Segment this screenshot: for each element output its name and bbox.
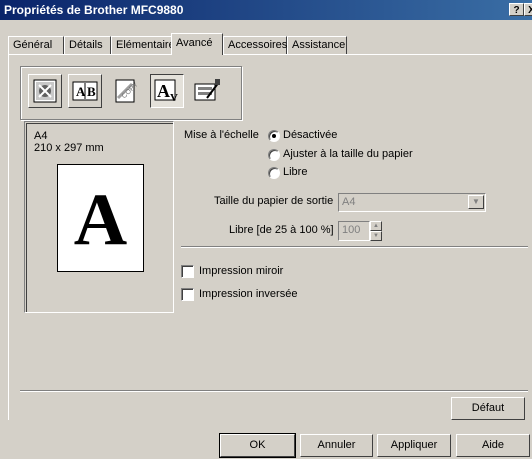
tab-general[interactable]: Général bbox=[8, 36, 64, 54]
printer-properties-dialog: Propriétés de Brother MFC9880 ? X Généra… bbox=[0, 0, 532, 459]
window-title: Propriétés de Brother MFC9880 bbox=[4, 3, 184, 17]
watermark-icon[interactable] bbox=[28, 74, 62, 108]
tab-advanced[interactable]: Avancé bbox=[171, 33, 223, 55]
free-percent-value: 100 bbox=[342, 224, 361, 236]
chevron-down-icon[interactable]: ▼ bbox=[468, 195, 484, 209]
cancel-button[interactable]: Annuler bbox=[300, 434, 373, 457]
radio-scaling-off[interactable] bbox=[268, 130, 280, 142]
preview-dimensions: 210 x 297 mm bbox=[34, 142, 104, 154]
tab-basic[interactable]: Elémentaire bbox=[111, 36, 175, 54]
tab-accessories[interactable]: Accessoires bbox=[223, 36, 287, 54]
tab-details[interactable]: Détails bbox=[64, 36, 111, 54]
reverse-print-label[interactable]: Impression inversée bbox=[199, 288, 297, 300]
free-percent-spinner[interactable]: ▲ ▼ bbox=[370, 221, 382, 241]
spin-down-icon[interactable]: ▼ bbox=[370, 231, 382, 241]
title-bar: Propriétés de Brother MFC9880 ? X bbox=[0, 0, 532, 20]
apply-button[interactable]: Appliquer bbox=[377, 434, 451, 457]
free-percent-label: Libre [de 25 à 100 %] bbox=[229, 224, 334, 236]
help-title-button[interactable]: ? bbox=[509, 3, 524, 16]
help-button[interactable]: Aide bbox=[456, 434, 530, 457]
default-button[interactable]: Défaut bbox=[451, 397, 525, 420]
scaling-label: Mise à l'échelle bbox=[184, 129, 259, 141]
svg-text:V: V bbox=[170, 92, 178, 103]
copy-icon[interactable]: COPY bbox=[108, 74, 142, 108]
preview-letter: A bbox=[73, 179, 128, 261]
svg-text:A: A bbox=[157, 81, 170, 101]
reverse-print-checkbox[interactable] bbox=[181, 288, 194, 301]
output-paper-value: A4 bbox=[342, 196, 356, 208]
mirror-print-checkbox[interactable] bbox=[181, 265, 194, 278]
settings-icon[interactable] bbox=[190, 74, 224, 108]
radio-scaling-off-label[interactable]: Désactivée bbox=[283, 129, 337, 141]
radio-fit-to-paper-label[interactable]: Ajuster à la taille du papier bbox=[283, 148, 413, 160]
preview-paper-size: A4 bbox=[34, 130, 48, 142]
radio-free[interactable] bbox=[268, 167, 280, 179]
radio-fit-to-paper[interactable] bbox=[268, 149, 280, 161]
close-title-button[interactable]: X bbox=[524, 3, 532, 16]
svg-text:B: B bbox=[87, 84, 96, 99]
divider bbox=[181, 246, 528, 248]
spin-up-icon[interactable]: ▲ bbox=[370, 221, 382, 231]
radio-free-label[interactable]: Libre bbox=[283, 166, 307, 178]
ok-button[interactable]: OK bbox=[219, 433, 296, 458]
scaling-a-icon[interactable]: AV bbox=[150, 74, 184, 108]
output-paper-select[interactable]: A4 ▼ bbox=[338, 193, 486, 212]
preview-paper: A bbox=[57, 164, 144, 272]
ab-duplex-icon[interactable]: AB bbox=[68, 74, 102, 108]
free-percent-input[interactable]: 100 bbox=[338, 221, 370, 241]
tab-assistance[interactable]: Assistance bbox=[287, 36, 347, 54]
mirror-print-label[interactable]: Impression miroir bbox=[199, 265, 283, 277]
output-paper-label: Taille du papier de sortie bbox=[214, 195, 334, 207]
bottom-divider bbox=[20, 390, 528, 392]
